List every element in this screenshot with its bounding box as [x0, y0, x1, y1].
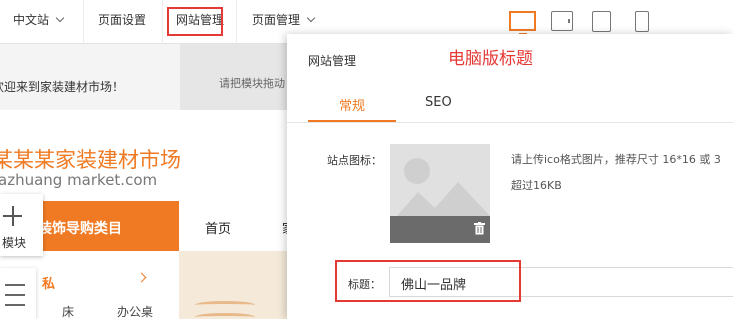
site-management-panel: 网站管理 电脑版标题 常规 SEO 站点图标： 请上传ico格式图片，推荐尺寸 … — [287, 34, 733, 319]
nav-home-link[interactable]: 首页 — [205, 218, 231, 237]
site-language-label: 中文站 — [13, 13, 50, 27]
welcome-text: 欢迎来到家装建材市场！ — [0, 80, 125, 94]
menu-icon — [5, 294, 25, 296]
panel-title: 网站管理 — [308, 54, 357, 68]
drag-hint-text: 请把模块拖动 — [219, 77, 285, 90]
annotation-text: 电脑版标题 — [448, 49, 533, 69]
plus-icon — [12, 206, 14, 226]
website-preview: 欢迎来到家装建材市场！ 请把模块拖动 某某某家装建材市场 azhuang mar… — [0, 44, 300, 319]
favicon-hint: 请上传ico格式图片，推荐尺寸 16*16 或 3 — [511, 153, 721, 166]
wave-decoration — [195, 301, 255, 309]
toolbar-divider — [162, 0, 163, 44]
site-language-dropdown[interactable]: 中文站 — [13, 11, 65, 28]
menu-icon — [5, 284, 25, 286]
favicon-label: 站点图标： — [327, 154, 382, 167]
tablet-icon[interactable] — [592, 11, 611, 32]
chevron-down-icon — [306, 13, 316, 23]
category-sub-link[interactable]: 办公桌 — [117, 303, 153, 319]
site-url: azhuang market.com — [0, 171, 158, 189]
category-header-label: 装饰导购类目 — [38, 221, 122, 237]
add-module-label: 模块 — [2, 236, 27, 250]
category-sub-link[interactable]: 床 — [62, 303, 74, 319]
menu-icon — [5, 304, 25, 306]
toolbar-divider — [83, 0, 84, 44]
add-module-button[interactable]: 模块 — [0, 194, 43, 256]
trash-icon[interactable] — [474, 222, 485, 238]
toolbar-divider — [236, 0, 237, 44]
highlight-box — [167, 7, 223, 36]
tablet-landscape-icon[interactable] — [551, 11, 573, 31]
banner-image — [179, 251, 300, 319]
favicon-toolbar — [390, 216, 490, 243]
tab-divider — [287, 122, 733, 123]
page-management-dropdown[interactable]: 页面管理 — [252, 11, 316, 28]
category-item[interactable]: 私 — [42, 273, 55, 292]
desktop-icon[interactable] — [509, 11, 536, 35]
page-management-label: 页面管理 — [252, 13, 301, 27]
welcome-strip — [0, 44, 180, 110]
tab-seo[interactable]: SEO — [425, 95, 452, 110]
page-settings-button[interactable]: 页面设置 — [98, 11, 146, 28]
tab-general[interactable]: 常规 — [308, 95, 396, 114]
favicon-upload[interactable] — [390, 144, 490, 243]
chevron-down-icon — [55, 13, 65, 23]
wave-decoration — [195, 313, 255, 319]
site-name: 某某某家装建材市场 — [0, 148, 181, 172]
menu-button[interactable] — [0, 268, 36, 319]
favicon-hint-size: 超过16KB — [511, 179, 562, 192]
phone-icon[interactable] — [635, 11, 649, 32]
highlight-box — [335, 260, 521, 302]
